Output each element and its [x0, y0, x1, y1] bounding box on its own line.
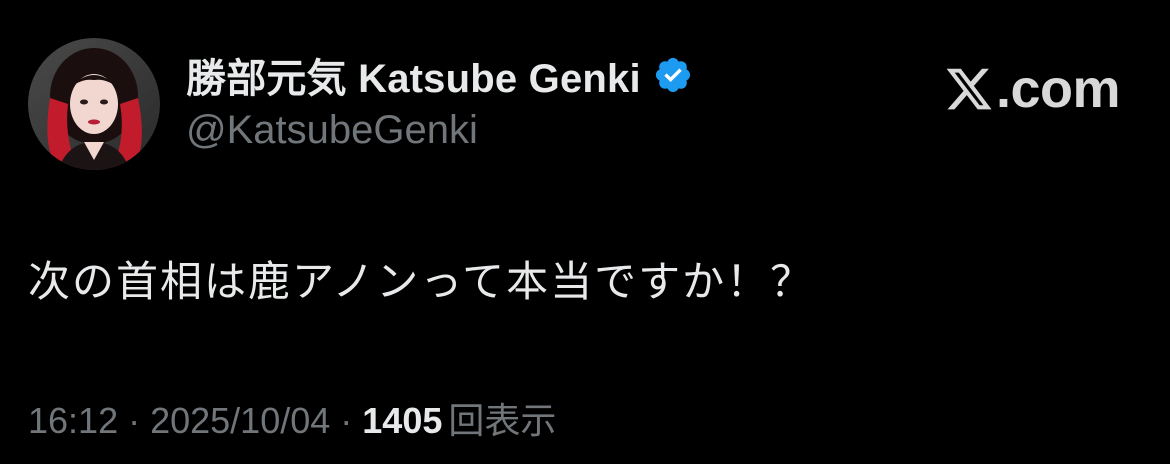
- author-info: 勝部元気 Katsube Genki @KatsubeGenki: [186, 48, 693, 153]
- tweet-meta: 16:12 · 2025/10/04 · 1405 回表示: [28, 392, 556, 444]
- meta-separator: ·: [340, 400, 353, 441]
- views-count: 1405: [362, 400, 443, 441]
- x-logo-icon: [946, 68, 992, 110]
- name-row: 勝部元気 Katsube Genki: [186, 48, 693, 102]
- user-handle[interactable]: @KatsubeGenki: [186, 108, 693, 153]
- x-brand: .com: [944, 58, 1121, 120]
- meta-separator: ·: [128, 400, 141, 441]
- tweet-text: 次の首相は鹿アノンって本当ですか！？: [28, 258, 815, 305]
- tweet-date[interactable]: 2025/10/04: [150, 400, 330, 442]
- display-name[interactable]: 勝部元気 Katsube Genki: [186, 46, 641, 104]
- avatar[interactable]: [28, 38, 160, 170]
- avatar-image: [28, 38, 160, 170]
- verified-badge-icon: [653, 55, 693, 95]
- tweet-time[interactable]: 16:12: [28, 400, 118, 442]
- tweet-card: 勝部元気 Katsube Genki @KatsubeGenki .com 次の…: [0, 0, 1170, 464]
- brand-domain-text: .com: [995, 59, 1121, 119]
- views-label: 回表示: [448, 400, 557, 441]
